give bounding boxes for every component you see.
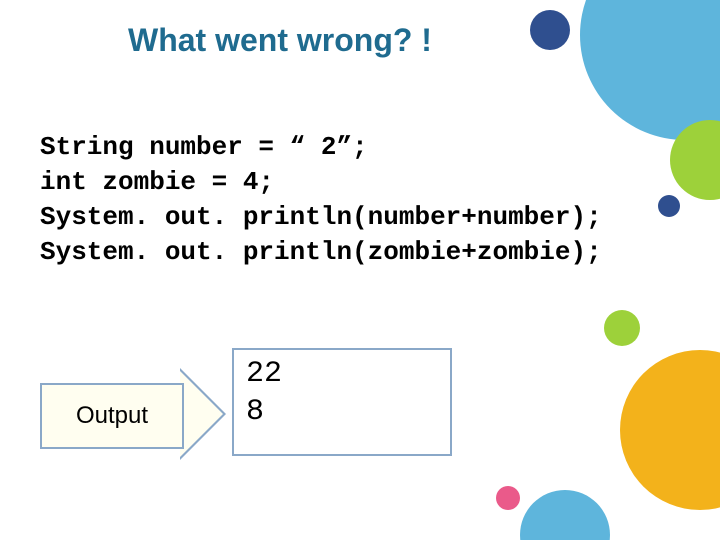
output-label: Output (76, 402, 148, 430)
output-label-box: Output (40, 383, 184, 449)
circle-decoration (530, 10, 570, 50)
circle-decoration (658, 195, 680, 217)
output-line: 8 (246, 395, 264, 429)
output-box: 22 8 (232, 348, 452, 456)
slide: What went wrong? ! String number = “ 2”;… (0, 0, 720, 540)
output-line: 22 (246, 357, 282, 391)
circle-decoration (580, 0, 720, 140)
code-line: System. out. println(zombie+zombie); (40, 237, 602, 267)
output-arrow: Output (40, 368, 220, 460)
code-line: int zombie = 4; (40, 167, 274, 197)
code-line: System. out. println(number+number); (40, 202, 602, 232)
code-block: String number = “ 2”; int zombie = 4; Sy… (40, 130, 602, 270)
slide-title: What went wrong? ! (128, 22, 432, 59)
arrow-head-icon (180, 371, 223, 457)
circle-decoration (620, 350, 720, 510)
circle-decoration (496, 486, 520, 510)
circle-decoration (604, 310, 640, 346)
code-line: String number = “ 2”; (40, 132, 368, 162)
circle-decoration (520, 490, 610, 540)
